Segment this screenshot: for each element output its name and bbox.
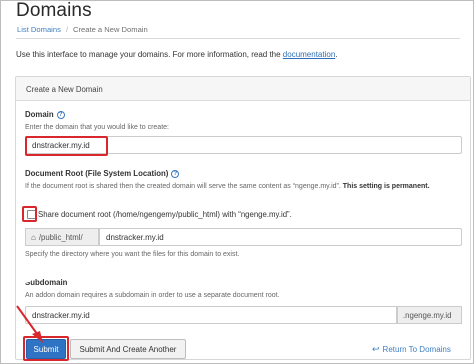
annotation-arrow-head: [32, 331, 43, 343]
annotation-arrow: [16, 305, 43, 343]
